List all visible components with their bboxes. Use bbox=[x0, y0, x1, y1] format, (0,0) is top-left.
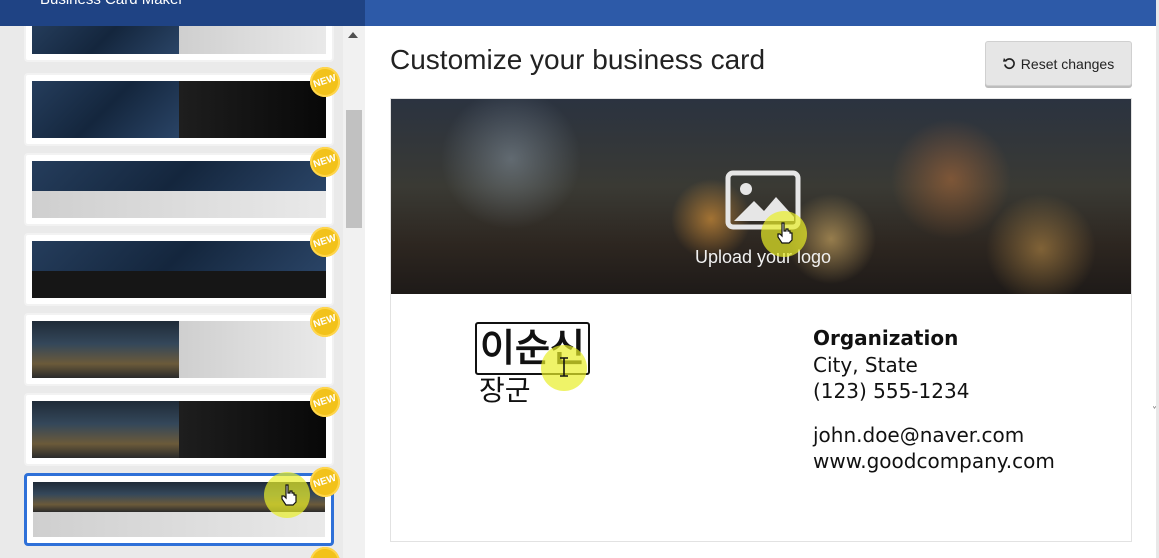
city-state-field[interactable]: City, State bbox=[813, 352, 1123, 378]
hand-cursor-icon bbox=[777, 222, 793, 244]
upload-logo-label: Upload your logo bbox=[694, 247, 832, 267]
template-item[interactable] bbox=[24, 153, 334, 226]
job-title-field[interactable]: 장군 bbox=[479, 369, 531, 409]
reset-icon bbox=[1002, 57, 1015, 70]
chevron-down-icon: ˅ bbox=[1152, 406, 1157, 417]
template-item[interactable] bbox=[24, 73, 334, 146]
template-item[interactable] bbox=[24, 26, 334, 62]
template-thumbnail bbox=[32, 321, 326, 378]
template-thumbnail bbox=[32, 26, 326, 54]
template-thumbnail bbox=[32, 81, 326, 138]
scroll-up-arrow-icon[interactable] bbox=[348, 32, 358, 38]
card-banner-image: Upload your logo bbox=[391, 99, 1131, 294]
template-thumbnail bbox=[32, 241, 326, 298]
template-thumbnail bbox=[32, 161, 326, 218]
page-title: Customize your business card bbox=[390, 44, 766, 75]
organization-field[interactable]: Organization bbox=[813, 325, 1123, 352]
phone-field[interactable]: (123) 555-1234 bbox=[813, 378, 1123, 404]
upload-logo-button[interactable]: Upload your logo bbox=[679, 167, 847, 272]
business-card-preview: Upload your logo 이순신 장군 Organization Cit… bbox=[390, 98, 1132, 542]
hand-cursor-icon bbox=[281, 484, 297, 506]
template-item[interactable] bbox=[24, 393, 334, 466]
template-list-scrollbar[interactable] bbox=[343, 26, 365, 558]
top-bar-left: Business Card Maker bbox=[0, 0, 365, 26]
template-item[interactable] bbox=[24, 233, 334, 306]
text-cursor-icon bbox=[560, 357, 568, 377]
template-item[interactable] bbox=[24, 313, 334, 386]
app-title: Business Card Maker bbox=[40, 0, 183, 8]
top-bar: Business Card Maker bbox=[0, 0, 1159, 26]
email-field[interactable]: john.doe@naver.com bbox=[813, 422, 1123, 448]
reset-changes-button[interactable]: Reset changes bbox=[985, 41, 1132, 86]
template-thumbnail bbox=[32, 401, 326, 458]
reset-changes-label: Reset changes bbox=[1020, 55, 1115, 72]
scrollbar-thumb[interactable] bbox=[346, 110, 362, 228]
website-field[interactable]: www.goodcompany.com bbox=[813, 448, 1123, 474]
top-bar-right bbox=[365, 0, 1159, 26]
contact-details: Organization City, State (123) 555-1234 … bbox=[813, 325, 1123, 474]
